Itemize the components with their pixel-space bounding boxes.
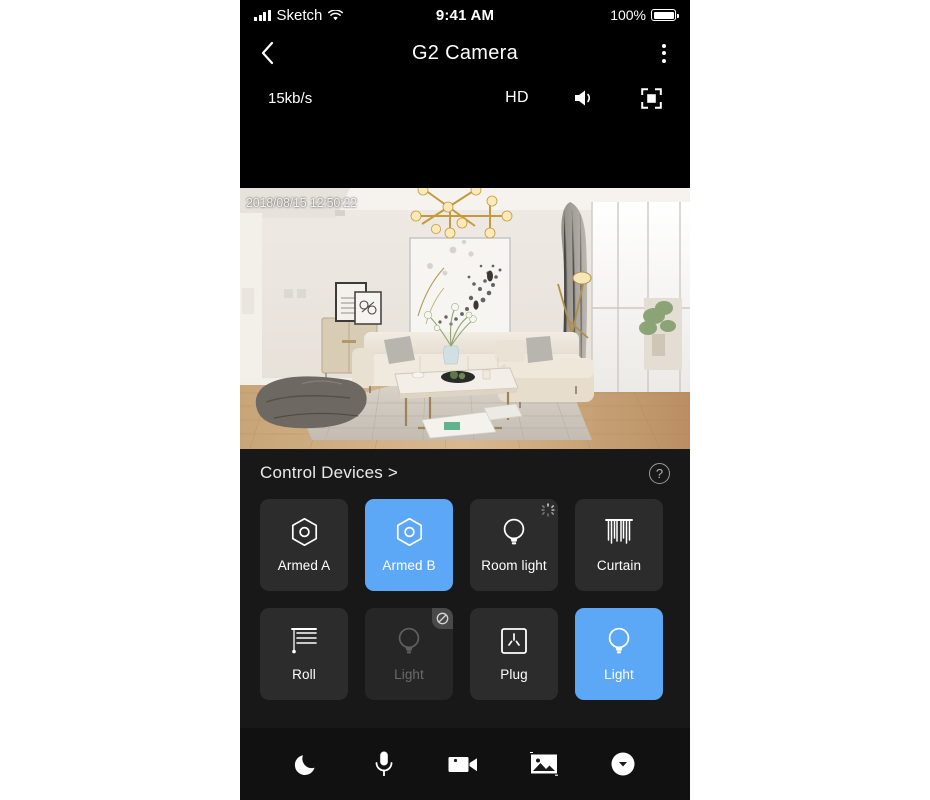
device-tile-roll[interactable]: Roll: [260, 608, 348, 700]
speaker-button[interactable]: [573, 88, 597, 108]
video-letterbox-top: [240, 120, 690, 188]
device-tile-armed-a[interactable]: Armed A: [260, 499, 348, 591]
video-toolbar: 15kb/s HD: [240, 76, 690, 120]
speaker-on-icon: [573, 88, 597, 108]
device-tile-label: Light: [604, 667, 634, 682]
light-bulb-icon: [500, 517, 528, 547]
device-tile-light-offline[interactable]: Light: [365, 608, 453, 700]
fullscreen-icon: [641, 87, 662, 109]
record-button[interactable]: [442, 747, 484, 781]
chevron-left-icon: [260, 41, 274, 65]
night-mode-button[interactable]: [288, 745, 326, 783]
bottom-action-bar: [240, 728, 690, 800]
device-tile-label: Room light: [481, 558, 547, 573]
bitrate-label: 15kb/s: [268, 89, 313, 107]
offline-icon: [432, 608, 453, 629]
device-tile-label: Curtain: [596, 558, 642, 573]
camera-feed[interactable]: 2018/08/15 12:50:22: [240, 188, 690, 449]
camera-feed-image: [240, 188, 690, 449]
expand-button[interactable]: [604, 745, 642, 783]
back-button[interactable]: [260, 41, 274, 65]
curtain-icon: [604, 517, 634, 547]
page-title: G2 Camera: [411, 41, 519, 64]
light-bulb-icon: [605, 626, 633, 656]
video-timestamp: 2018/08/15 12:50:22: [246, 196, 357, 210]
device-tile-label: Light: [394, 667, 424, 682]
device-tile-room-light[interactable]: Room light: [470, 499, 558, 591]
microphone-icon: [372, 750, 396, 778]
status-bar: Sketch 9:41 AM 100%: [240, 0, 690, 30]
snapshot-button[interactable]: [524, 746, 564, 782]
question-mark-icon[interactable]: ?: [649, 462, 670, 484]
fullscreen-button[interactable]: [641, 87, 662, 109]
more-options-button[interactable]: [658, 38, 670, 69]
roller-blind-icon: [289, 626, 319, 656]
device-tile-label: Armed A: [277, 558, 331, 573]
light-bulb-icon: [395, 626, 423, 656]
device-tile-label: Roll: [292, 667, 316, 682]
moon-icon: [294, 751, 320, 777]
device-tile-armed-b[interactable]: Armed B: [365, 499, 453, 591]
battery-full-icon: [651, 9, 679, 21]
nav-bar: G2 Camera: [240, 30, 690, 76]
shield-hexagon-icon: [290, 517, 319, 547]
more-vertical-icon-dot: [662, 51, 666, 55]
device-tile-label: Plug: [500, 667, 528, 682]
control-panel-header: Control Devices > ?: [260, 449, 670, 497]
more-vertical-icon-dot: [662, 43, 666, 48]
status-bar-right: 100%: [610, 7, 679, 23]
loading-spinner-icon: [537, 499, 558, 520]
phone-screen: Sketch 9:41 AM 100% G2 Camera 15kb/s HD …: [240, 0, 690, 800]
quality-button[interactable]: HD: [505, 89, 529, 107]
shield-hexagon-icon: [395, 517, 424, 547]
more-vertical-icon-dot: [662, 58, 666, 63]
device-tile-label: Armed B: [382, 558, 436, 573]
video-camera-icon: [448, 753, 478, 775]
talk-button[interactable]: [366, 744, 402, 784]
device-grid: Armed A Armed B Room light Curtain Roll …: [260, 499, 670, 700]
battery-percent-label: 100%: [610, 7, 646, 23]
chevron-down-circle-icon: [610, 751, 636, 777]
device-tile-curtain[interactable]: Curtain: [575, 499, 663, 591]
device-tile-plug[interactable]: Plug: [470, 608, 558, 700]
photo-icon: [530, 752, 558, 776]
power-socket-icon: [499, 626, 529, 656]
video-toolbar-actions: HD: [505, 87, 662, 109]
screenshot-root: Sketch 9:41 AM 100% G2 Camera 15kb/s HD …: [0, 0, 930, 800]
device-tile-light-on[interactable]: Light: [575, 608, 663, 700]
control-devices-link[interactable]: Control Devices >: [260, 463, 398, 483]
